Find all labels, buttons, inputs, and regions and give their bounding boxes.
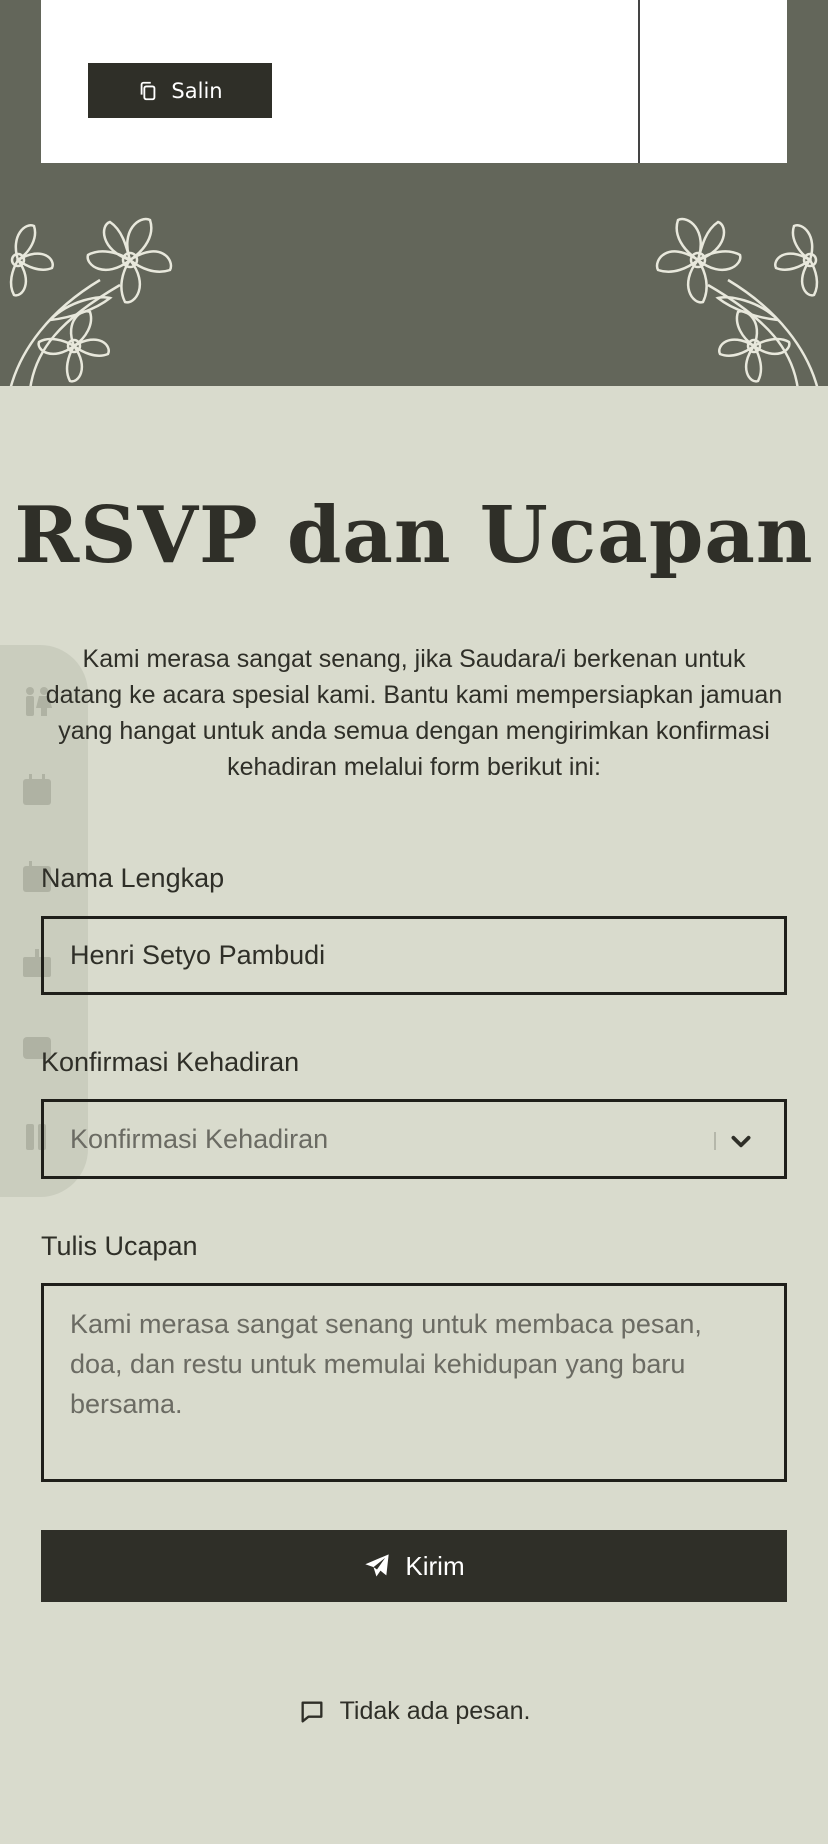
paper-plane-icon	[365, 1554, 390, 1577]
gift-card-divider	[638, 0, 640, 163]
gift-card: Salin	[41, 0, 787, 163]
empty-messages: Tidak ada pesan.	[0, 1697, 828, 1726]
attendance-label: Konfirmasi Kehadiran	[41, 1047, 300, 1077]
submit-button[interactable]: Kirim	[41, 1530, 787, 1602]
attendance-selected-value: Konfirmasi Kehadiran	[70, 1123, 329, 1154]
gift-section: Salin	[0, 0, 828, 386]
rsvp-description: Kami merasa sangat senang, jika Saudara/…	[45, 645, 783, 781]
select-separator	[714, 1132, 716, 1150]
name-label: Nama Lengkap	[41, 863, 225, 893]
chevron-down-icon	[731, 1135, 751, 1148]
name-input[interactable]: Henri Setyo Pambudi	[41, 916, 787, 995]
copy-button[interactable]: Salin	[88, 63, 272, 118]
message-label: Tulis Ucapan	[41, 1231, 198, 1261]
comment-icon	[301, 1701, 323, 1722]
message-placeholder: Kami merasa sangat senang untuk membaca …	[70, 1309, 702, 1419]
name-input-value: Henri Setyo Pambudi	[70, 940, 326, 970]
copy-icon	[141, 81, 156, 100]
copy-button-label: Salin	[171, 78, 223, 103]
flower-ornament-left	[9, 217, 173, 386]
submit-button-label: Kirim	[405, 1550, 465, 1581]
attendance-select[interactable]: Konfirmasi Kehadiran	[41, 1099, 787, 1179]
flower-ornament-right	[655, 217, 820, 386]
empty-messages-text: Tidak ada pesan.	[339, 1697, 531, 1725]
rsvp-title: RSVP dan Ucapan	[14, 490, 814, 581]
message-textarea[interactable]: Kami merasa sangat senang untuk membaca …	[41, 1283, 787, 1482]
